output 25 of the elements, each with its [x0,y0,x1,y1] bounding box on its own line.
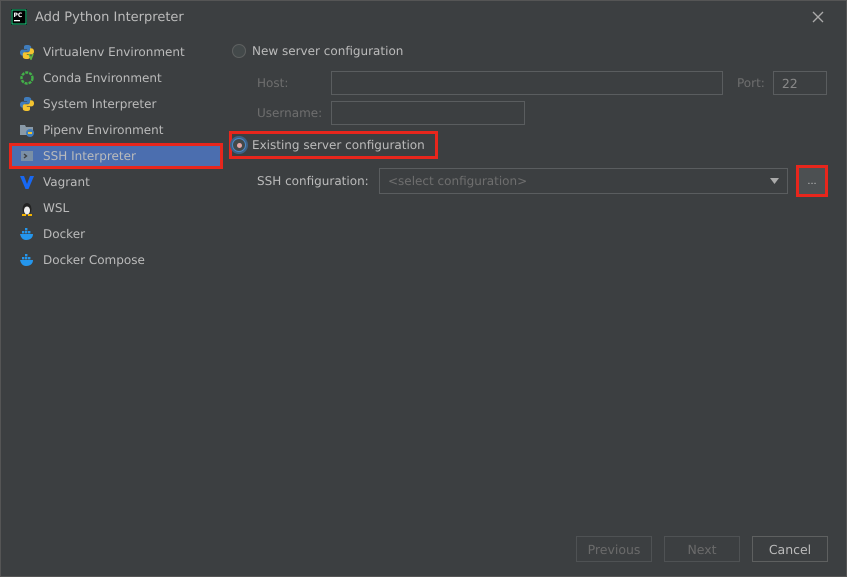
sidebar-item[interactable]: Conda Environment [9,65,223,91]
sidebar-item[interactable]: Pipenv Environment [9,117,223,143]
sidebar-item[interactable]: Docker [9,221,223,247]
radio-button[interactable]: Existing server configuration [229,131,438,159]
close-icon[interactable] [812,11,824,23]
dialog-button[interactable]: Cancel [752,536,828,562]
terminal-icon [19,148,35,164]
sidebar-item[interactable]: System Interpreter [9,91,223,117]
sidebar-item[interactable]: WSL [9,195,223,221]
window-title: Add Python Interpreter [35,10,185,24]
whale-icon [19,252,35,268]
penguin-icon [19,200,35,216]
whale-icon [19,226,35,242]
sidebar-item[interactable]: Virtualenv Environment [9,39,223,65]
caret-icon [770,178,779,184]
python-icon [19,44,35,60]
radio-button[interactable]: New server configuration [229,37,416,65]
folder-python-icon [19,122,35,138]
ring-icon [19,70,35,86]
ssh-configuration-label: SSH configuration: [257,174,370,188]
browse-button[interactable]: ... [796,165,828,197]
sidebar-item[interactable]: Docker Compose [9,247,223,273]
sidebar-item[interactable]: Vagrant [9,169,223,195]
python-icon [19,96,35,112]
v-logo-icon [19,174,35,190]
